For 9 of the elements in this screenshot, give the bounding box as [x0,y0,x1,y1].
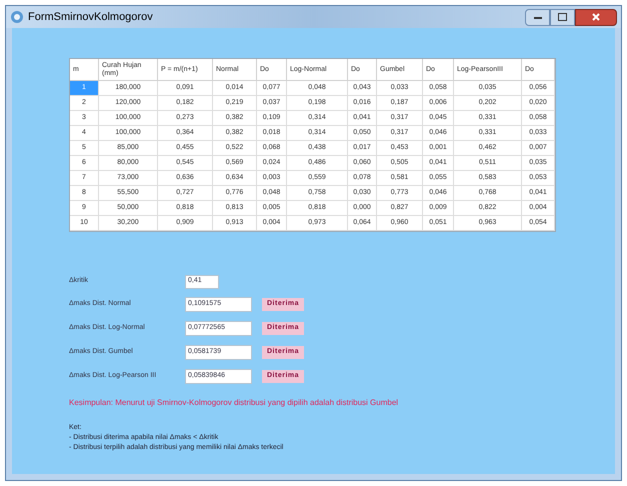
window-title: FormSmirnovKolmogorov [28,10,153,25]
close-icon [592,13,600,21]
app-icon [10,10,24,24]
conclusion-text: Kesimpulan: Menurut uji Smirnov-Kolmogorov distribusi yang dipilih adalah distribusi Gumbel [69,397,400,409]
minimize-icon [534,16,542,18]
maximize-button[interactable] [550,8,575,26]
maximize-icon [558,13,567,21]
minimize-button[interactable] [525,8,550,26]
close-button[interactable] [575,8,617,26]
